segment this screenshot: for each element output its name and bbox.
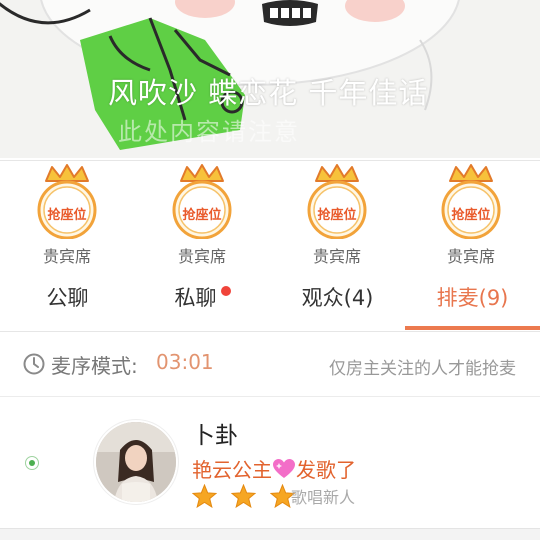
tab-public-chat[interactable]: 公聊 xyxy=(0,269,135,331)
seat-label: 贵宾席 xyxy=(42,247,91,266)
seat-label: 贵宾席 xyxy=(177,247,226,266)
song-action: 发歌了 xyxy=(296,458,356,482)
banner-subtitle: 此处内容请注意 xyxy=(118,118,300,146)
mic-mode-timer: 03:01 xyxy=(156,350,214,374)
user-name: 卜卦 xyxy=(192,423,238,449)
room-banner: 风吹沙 蝶恋花 千年佳话 此处内容请注意 xyxy=(0,0,540,158)
star-icon xyxy=(231,484,257,508)
select-radio[interactable] xyxy=(25,456,39,470)
grab-seat-label: 抢座位 xyxy=(47,208,87,223)
crown-badge-icon xyxy=(441,164,501,239)
seat-label: 贵宾席 xyxy=(312,247,361,266)
grab-seat-label: 抢座位 xyxy=(317,208,357,223)
mic-mode-bar: 麦序模式: 03:01 仅房主关注的人才能抢麦 xyxy=(0,332,540,397)
grab-seat-label: 抢座位 xyxy=(182,208,222,223)
banner-title: 风吹沙 蝶恋花 千年佳话 xyxy=(108,76,429,110)
song-singer: 艳云公主 xyxy=(192,458,272,482)
seat-label: 贵宾席 xyxy=(446,247,495,266)
vip-seats-row: 抢座位 贵宾席 抢座位 贵宾席 抢座位 贵宾席 抢座位 贵宾席 xyxy=(0,160,540,270)
grab-seat-label: 抢座位 xyxy=(451,208,491,223)
crown-badge-icon xyxy=(307,164,367,239)
star-rating xyxy=(192,484,304,508)
crown-badge-icon xyxy=(172,164,232,239)
vip-seat-4[interactable]: 抢座位 贵宾席 xyxy=(421,163,521,267)
tab-private-chat[interactable]: 私聊 xyxy=(128,269,263,331)
vip-seat-2[interactable]: 抢座位 贵宾席 xyxy=(152,163,252,267)
active-tab-indicator xyxy=(405,326,540,330)
vip-seat-1[interactable]: 抢座位 贵宾席 xyxy=(17,163,117,267)
crown-badge-icon xyxy=(37,164,97,239)
song-status: 艳云公主 发歌了 xyxy=(192,454,356,483)
unread-dot-icon xyxy=(221,286,231,296)
star-icon xyxy=(192,484,217,508)
rank-label: 歌唱新人 xyxy=(291,488,356,507)
chat-tabs: 公聊 私聊 观众(4) 排麦(9) xyxy=(0,269,540,332)
mic-queue-list: 卜卦 艳云公主 发歌了 歌唱新人 xyxy=(0,398,540,540)
avatar[interactable] xyxy=(94,420,178,504)
avatar-photo xyxy=(96,422,176,502)
sparkle-heart-icon xyxy=(273,459,295,478)
list-item[interactable]: 卜卦 艳云公主 发歌了 歌唱新人 xyxy=(0,398,540,529)
tab-audience[interactable]: 观众(4) xyxy=(270,269,405,331)
tab-mic-queue[interactable]: 排麦(9) xyxy=(405,269,540,331)
tab-private-chat-label: 私聊 xyxy=(174,286,217,310)
mic-mode-note: 仅房主关注的人才能抢麦 xyxy=(329,359,516,379)
mic-mode-label: 麦序模式: xyxy=(51,354,138,378)
vip-seat-3[interactable]: 抢座位 贵宾席 xyxy=(287,163,387,267)
clock-icon xyxy=(23,353,45,375)
